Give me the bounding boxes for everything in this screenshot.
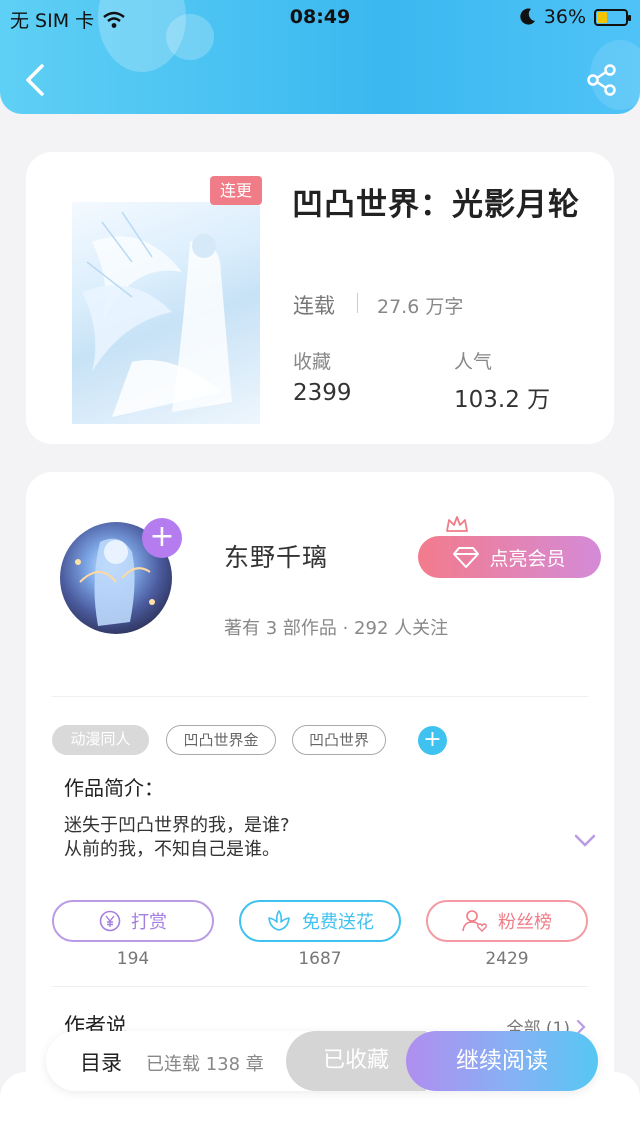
tag-item[interactable]: 凹凸世界金 [166, 725, 276, 755]
status-bar: 无 SIM 卡 08:49 36% [0, 0, 640, 36]
popularity-label: 人气 [454, 351, 493, 373]
intro-line: 迷失于凹凸世界的我，是谁? [64, 815, 290, 836]
divider [52, 696, 588, 697]
fan-ranking-label: 粉丝榜 [498, 912, 552, 933]
add-tag-button[interactable]: + [418, 726, 447, 755]
reward-button[interactable]: 打赏 [52, 900, 214, 942]
fan-count: 2429 [485, 949, 529, 969]
collect-count: 2399 [293, 380, 352, 406]
tag-item[interactable]: 凹凸世界 [292, 725, 386, 755]
collect-label: 收藏 [293, 351, 332, 373]
word-count: 27.6 万字 [377, 296, 464, 318]
crown-icon [446, 516, 468, 532]
catalog-button[interactable]: 目录 [80, 1047, 122, 1077]
share-icon[interactable] [586, 64, 618, 96]
book-info-card: 连更 凹凸世界：光影月轮 连载 27.6 万字 收藏 2399 人气 103.2… [26, 152, 614, 444]
battery-level [597, 11, 608, 23]
vip-button-label: 点亮会员 [489, 547, 566, 570]
intro-line: 从前的我，不知自己是谁。 [64, 839, 280, 860]
follow-author-button[interactable]: + [142, 518, 182, 558]
continue-reading-button[interactable]: 继续阅读 [406, 1031, 598, 1091]
intro-text: 迷失于凹凸世界的我，是谁? 从前的我，不知自己是谁。 [64, 814, 524, 862]
diamond-icon [453, 547, 480, 568]
vip-member-button[interactable]: 点亮会员 [418, 536, 601, 578]
moon-icon [520, 8, 535, 25]
popularity-count: 103.2 万 [454, 387, 551, 413]
plus-icon: + [149, 519, 175, 554]
divider [52, 986, 588, 987]
chevron-left-icon[interactable] [20, 62, 50, 98]
author-card: + 东野千璃 点亮会员 著有 3 部作品 · 292 人关注 动漫同人 凹凸世界… [26, 472, 614, 1112]
flower-icon [268, 910, 290, 931]
author-meta: 著有 3 部作品 · 292 人关注 [224, 618, 449, 639]
send-flower-label: 免费送花 [302, 912, 374, 933]
battery-icon [594, 8, 631, 26]
book-cover[interactable] [72, 202, 260, 424]
fan-user-icon [462, 910, 487, 932]
author-name[interactable]: 东野千璃 [224, 538, 328, 574]
divider [357, 293, 358, 313]
cover-illustration [82, 211, 232, 417]
intro-label: 作品简介： [64, 776, 164, 800]
reward-count: 194 [116, 949, 150, 969]
chapter-count: 已连载 138 章 [146, 1054, 264, 1075]
update-badge: 连更 [210, 176, 262, 205]
plus-icon: + [423, 727, 442, 752]
battery-percent: 36% [543, 6, 586, 28]
collected-button[interactable]: 已收藏 [286, 1031, 426, 1091]
bottom-action-bar: 目录 已连载 138 章 已收藏 继续阅读 [46, 1031, 598, 1091]
flower-count: 1687 [298, 949, 342, 969]
tag-item[interactable]: 动漫同人 [52, 725, 149, 755]
book-status: 连载 [293, 294, 335, 318]
header: 无 SIM 卡 08:49 36% [0, 0, 640, 114]
yen-icon [99, 910, 121, 932]
fan-ranking-button[interactable]: 粉丝榜 [426, 900, 588, 942]
book-title: 凹凸世界：光影月轮 [292, 187, 580, 223]
send-flower-button[interactable]: 免费送花 [239, 900, 401, 942]
chevron-down-icon[interactable] [574, 834, 596, 848]
reward-label: 打赏 [131, 912, 167, 933]
